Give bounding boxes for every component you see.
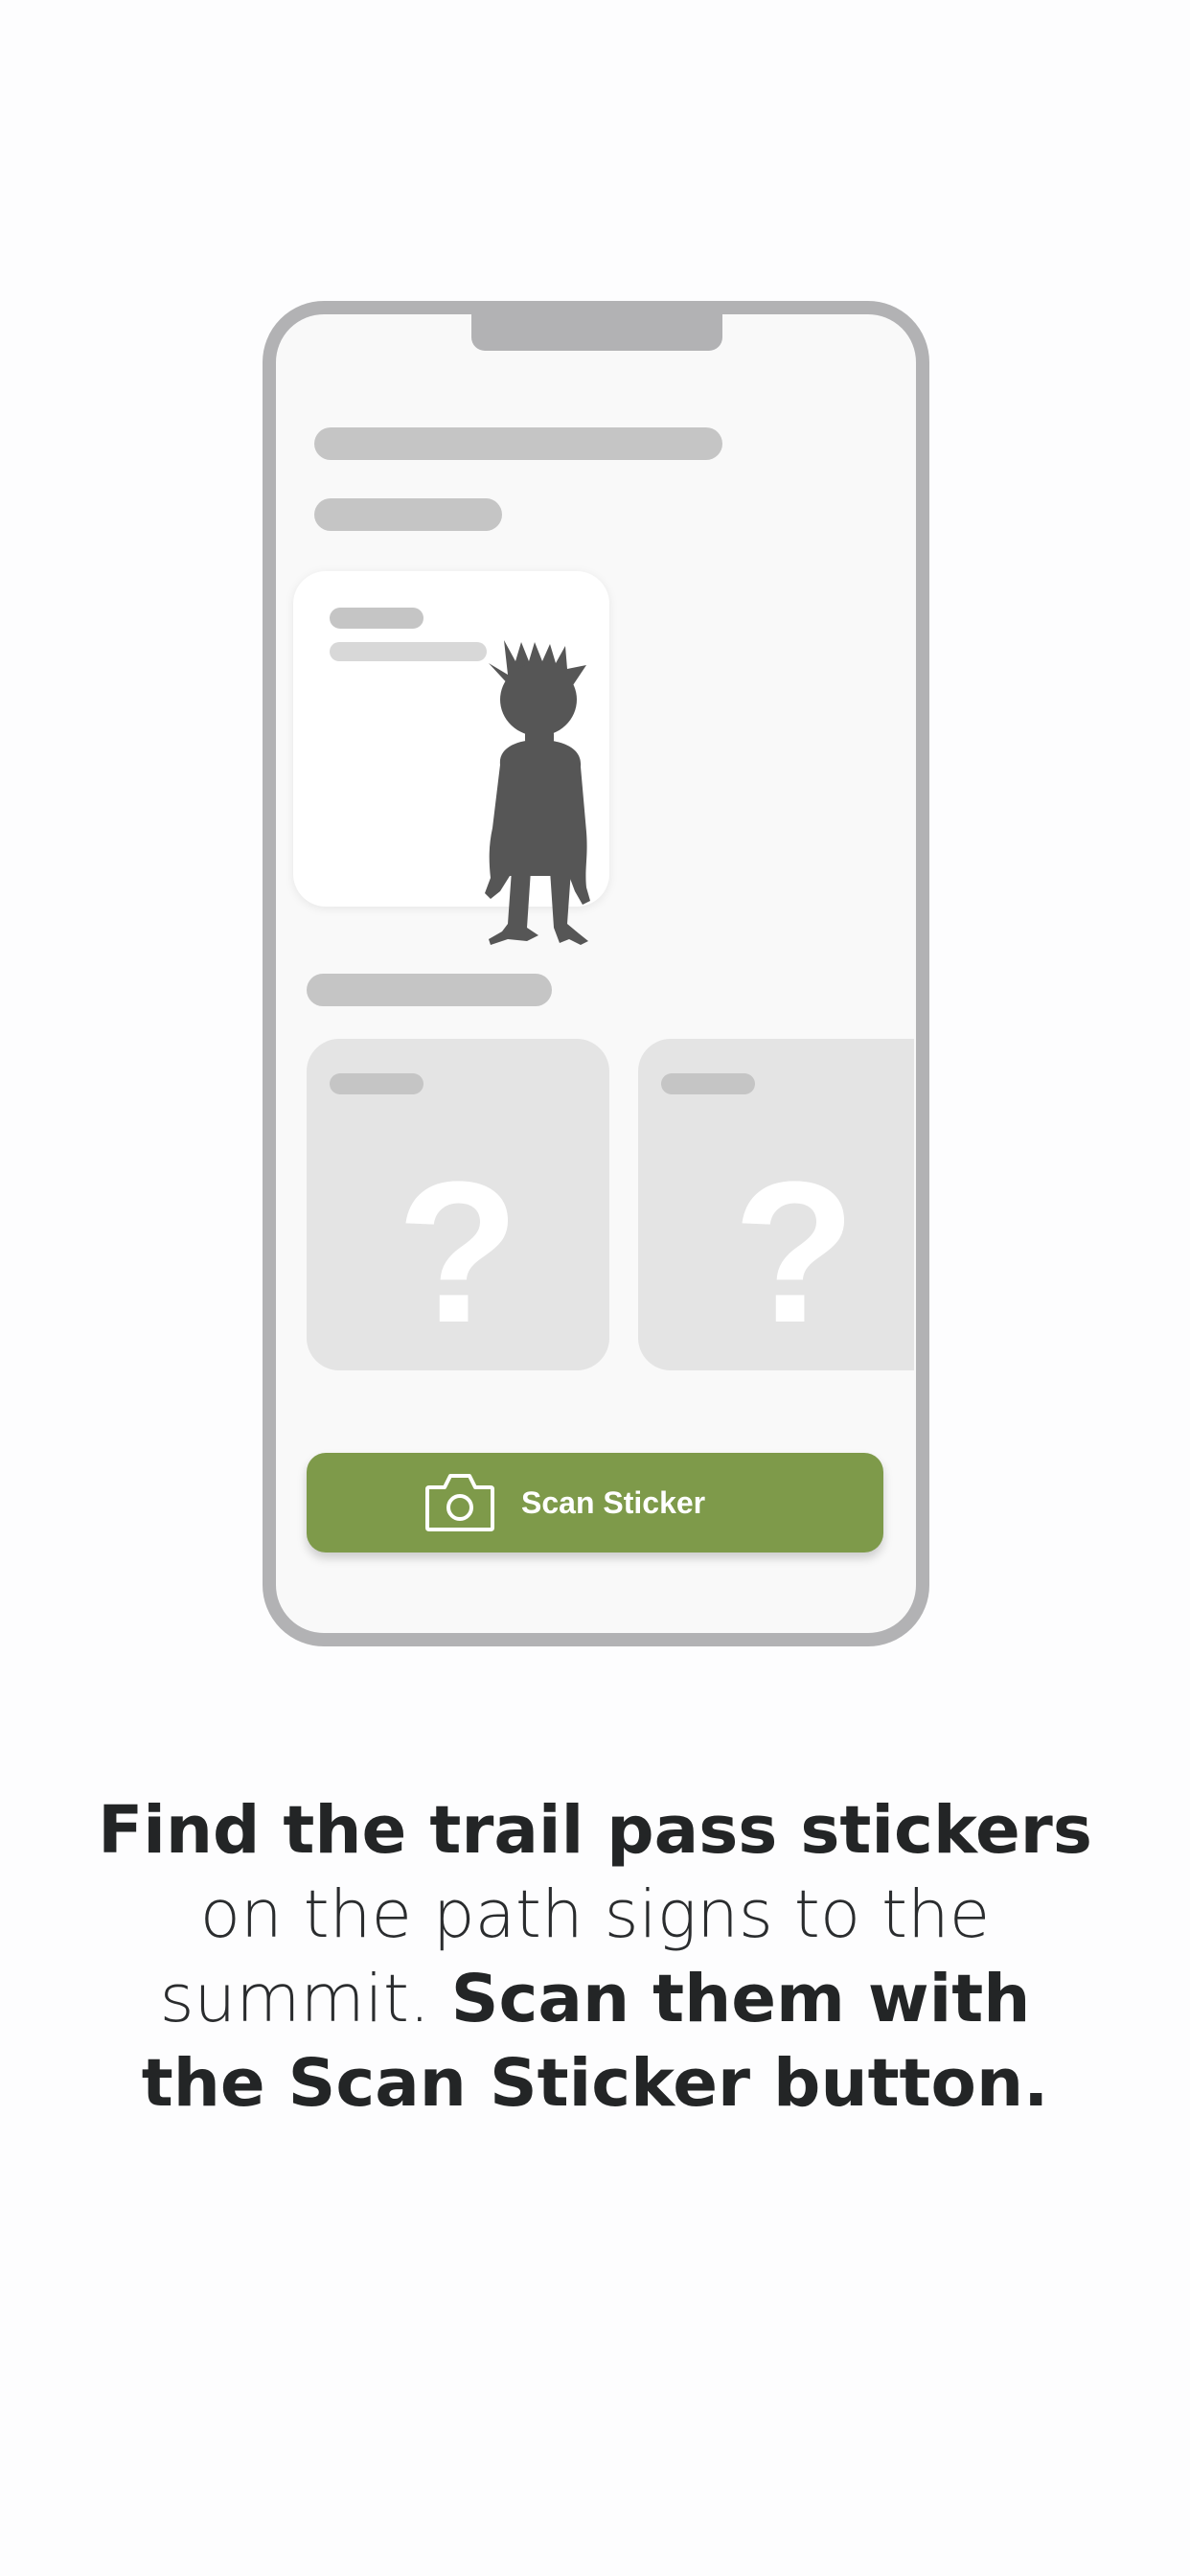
placeholder-subtitle-bar bbox=[314, 498, 502, 531]
instruction-part-1: Find the trail pass stickers bbox=[98, 1792, 1092, 1869]
phone-notch bbox=[471, 314, 722, 351]
locked-sticker-card: ? bbox=[307, 1039, 609, 1370]
locked-sticker-card: ? bbox=[638, 1039, 914, 1370]
monster-silhouette-icon bbox=[485, 640, 590, 945]
instruction-text: Find the trail pass stickers on the path… bbox=[96, 1788, 1094, 2126]
question-mark-icon: ? bbox=[396, 1139, 520, 1365]
card-title-bar bbox=[330, 608, 423, 629]
locked-card-title-bar bbox=[661, 1073, 755, 1094]
question-mark-icon: ? bbox=[732, 1139, 857, 1365]
placeholder-title-bar bbox=[314, 427, 722, 460]
locked-card-title-bar bbox=[330, 1073, 423, 1094]
section-title-bar bbox=[307, 974, 552, 1006]
card-subtitle-bar bbox=[330, 642, 487, 661]
camera-icon bbox=[425, 1474, 494, 1531]
scan-sticker-label: Scan Sticker bbox=[521, 1485, 706, 1520]
scan-sticker-button[interactable]: Scan Sticker bbox=[307, 1453, 883, 1552]
